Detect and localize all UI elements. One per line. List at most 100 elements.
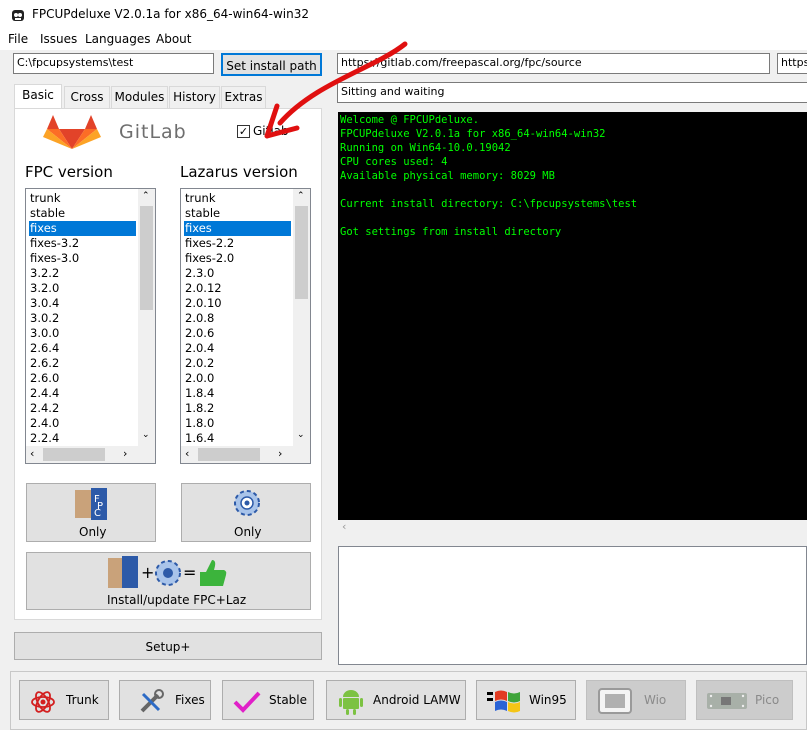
fpc-list-hscrollbar[interactable]: ‹ › [26,446,155,463]
fixes-button[interactable]: Fixes [119,680,211,720]
scroll-up-icon[interactable]: ⌃ [142,191,150,201]
checkmark-icon [233,691,261,713]
fpc-only-label: Only [79,525,107,539]
windows-flag-icon [487,690,520,713]
fpc-version-heading: FPC version [25,163,113,181]
lazarus-list-item[interactable]: 2.0.2 [184,356,291,371]
stable-button[interactable]: Stable [222,680,314,720]
basic-panel: GitLab ✓ Gitlab FPC version Lazarus vers… [14,108,322,620]
fpc-list-item[interactable]: 2.6.4 [29,341,136,356]
gitlab-checkbox[interactable]: ✓ [237,125,250,138]
lazarus-url-input[interactable]: https [777,53,807,74]
lazarus-list-item[interactable]: 2.0.8 [184,311,291,326]
menu-about[interactable]: About [156,32,191,46]
lazarus-list-item[interactable]: fixes [184,221,291,236]
tab-basic[interactable]: Basic [14,84,62,108]
install-update-button[interactable]: + = Install/update FPC+Laz [26,552,311,610]
fpc-list-item[interactable]: 2.4.2 [29,401,136,416]
lazarus-list-hscroll-thumb[interactable] [198,448,260,461]
lazarus-list-item[interactable]: 1.8.2 [184,401,291,416]
tab-modules[interactable]: Modules [111,86,168,108]
console-line: CPU cores used: 4 [340,156,448,168]
lazarus-list-item[interactable]: 2.0.12 [184,281,291,296]
install-update-label: Install/update FPC+Laz [107,593,247,607]
scroll-right-icon[interactable]: › [123,447,127,460]
menu-issues[interactable]: Issues [40,32,77,46]
fpc-list-item[interactable]: 2.4.0 [29,416,136,431]
android-icon [339,690,363,715]
pico-button[interactable]: Pico [696,680,793,720]
scroll-right-icon[interactable]: › [278,447,282,460]
lazarus-list-item[interactable]: 1.8.0 [184,416,291,431]
scroll-down-icon[interactable]: ⌄ [297,430,305,440]
fpc-list-item[interactable]: 3.0.2 [29,311,136,326]
fpc-only-button[interactable]: F C P Only [26,483,156,542]
app-icon [12,10,24,21]
setup-plus-button[interactable]: Setup+ [14,632,322,660]
fpc-list-item[interactable]: 3.0.4 [29,296,136,311]
svg-text:P: P [97,501,103,512]
window-title: FPCUPdeluxe V2.0.1a for x86_64-win64-win… [32,7,309,21]
fpc-list-item[interactable]: fixes-3.0 [29,251,136,266]
console-hscrollbar[interactable]: ‹ [338,520,807,536]
fpc-list-hscroll-thumb[interactable] [43,448,105,461]
fixes-label: Fixes [175,693,205,707]
lazarus-list-item[interactable]: 2.0.0 [184,371,291,386]
scroll-left-icon[interactable]: ‹ [185,447,189,460]
scroll-left-icon[interactable]: ‹ [342,520,346,533]
scroll-up-icon[interactable]: ⌃ [297,191,305,201]
wio-label: Wio [644,693,667,707]
lazarus-list-scrollbar[interactable]: ⌃ ⌄ [293,189,310,446]
scroll-left-icon[interactable]: ‹ [30,447,34,460]
fpc-list-item[interactable]: 2.4.4 [29,386,136,401]
console-line: Current install directory: C:\fpcupsyste… [340,198,638,210]
fpc-list-item[interactable]: stable [29,206,136,221]
tab-cross[interactable]: Cross [64,86,110,108]
fpc-list-item[interactable]: 3.2.2 [29,266,136,281]
trunk-button[interactable]: Trunk [19,680,109,720]
console-output: Welcome @ FPCUPdeluxe. FPCUPdeluxe V2.0.1… [338,112,807,520]
atom-icon [31,691,55,713]
fpc-list-item[interactable]: fixes-3.2 [29,236,136,251]
fpc-list-scrollbar[interactable]: ⌃ ⌄ [138,189,155,446]
lazarus-only-button[interactable]: Only [181,483,311,542]
fpc-logo-icon: F C P [75,488,107,520]
lazarus-list-item[interactable]: 2.0.10 [184,296,291,311]
win95-label: Win95 [529,693,567,707]
lazarus-list-scroll-thumb[interactable] [295,206,308,299]
title-bar: FPCUPdeluxe V2.0.1a for x86_64-win64-win… [0,0,807,30]
lazarus-list-item[interactable]: stable [184,206,291,221]
menu-file[interactable]: File [8,32,28,46]
fpc-list-scroll-thumb[interactable] [140,206,153,310]
fpc-list-item[interactable]: trunk [29,191,136,206]
scroll-down-icon[interactable]: ⌄ [142,430,150,440]
fpc-version-list[interactable]: trunk stable fixes fixes-3.2 fixes-3.0 3.2.2 3… [25,188,156,464]
lazarus-version-list[interactable]: trunk stable fixes fixes-2.2 fixes-2.0 2.3.0 2… [180,188,311,464]
lazarus-list-item[interactable]: trunk [184,191,291,206]
wio-button[interactable]: Wio [586,680,686,720]
lazarus-list-hscrollbar[interactable]: ‹ › [181,446,310,463]
lazarus-list-item[interactable]: 1.8.4 [184,386,291,401]
lazarus-list-item[interactable]: 2.0.4 [184,341,291,356]
log-memo[interactable] [338,546,807,665]
android-lamw-label: Android LAMW [373,693,461,707]
fpc-list-item[interactable]: 2.6.0 [29,371,136,386]
lazarus-list-item[interactable]: 2.0.6 [184,326,291,341]
lazarus-list-item[interactable]: fixes-2.0 [184,251,291,266]
install-path-input[interactable]: C:\fpcupsystems\test [13,53,214,74]
lazarus-list-item[interactable]: 1.6.4 [184,431,291,446]
wio-terminal-icon [598,688,632,714]
win95-button[interactable]: Win95 [476,680,576,720]
fpc-list-item[interactable]: 3.2.0 [29,281,136,296]
fpc-list-item[interactable]: 2.2.4 [29,431,136,446]
lazarus-list-item[interactable]: fixes-2.2 [184,236,291,251]
tab-history[interactable]: History [169,86,220,108]
svg-text:=: = [183,563,196,582]
fpc-list-item[interactable]: 2.6.2 [29,356,136,371]
fpc-list-item[interactable]: 3.0.0 [29,326,136,341]
menu-languages[interactable]: Languages [85,32,150,46]
fpc-list-item[interactable]: fixes [29,221,136,236]
android-lamw-button[interactable]: Android LAMW [326,680,466,720]
svg-text:+: + [141,563,154,582]
lazarus-list-item[interactable]: 2.3.0 [184,266,291,281]
